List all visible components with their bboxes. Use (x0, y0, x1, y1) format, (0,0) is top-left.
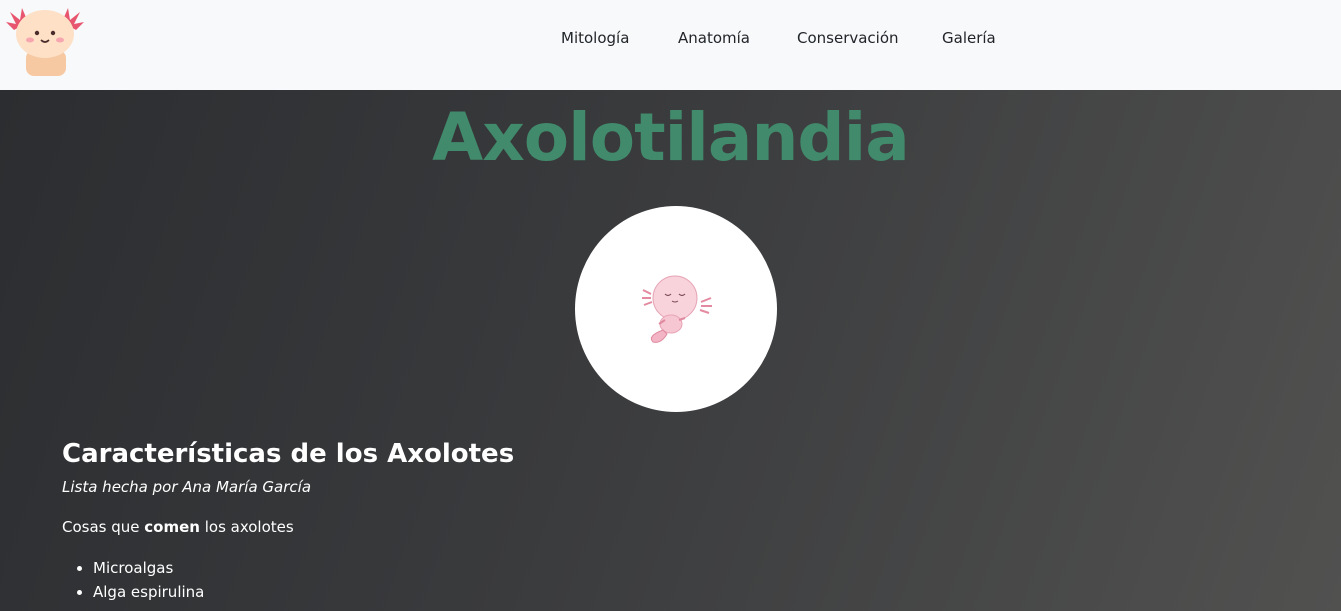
site-title: Axolotilandia (432, 99, 910, 176)
section-heading: Características de los Axolotes (62, 439, 515, 469)
nav-link-mitologia[interactable]: Mitología (561, 29, 629, 47)
intro-text-end: los axolotes (199, 518, 294, 536)
intro-text: Cosas que comen los axolotes (62, 516, 1262, 538)
nav-link-galeria[interactable]: Galería (942, 29, 996, 47)
author-byline: Lista hecha por Ana María García (62, 478, 312, 496)
nav-link-conservacion[interactable]: Conservación (797, 29, 899, 47)
nav-links: Mitología Anatomía Conservación Galería (0, 0, 1341, 90)
axolotl-image-frame (575, 206, 777, 412)
navbar: Mitología Anatomía Conservación Galería (0, 0, 1341, 90)
hero-section: Axolotilandia Características de los Axo… (0, 90, 1341, 611)
food-list: Microalgas Alga espirulina (62, 556, 1262, 604)
list-item: Microalgas (93, 556, 1262, 580)
nav-link-anatomia[interactable]: Anatomía (678, 29, 750, 47)
axolotl-illustration-icon (637, 272, 717, 352)
characteristics-section: Características de los Axolotes Lista he… (62, 438, 1262, 604)
list-item: Alga espirulina (93, 580, 1262, 604)
intro-text-bold: comen (144, 518, 200, 536)
intro-text-start: Cosas que (62, 518, 145, 536)
